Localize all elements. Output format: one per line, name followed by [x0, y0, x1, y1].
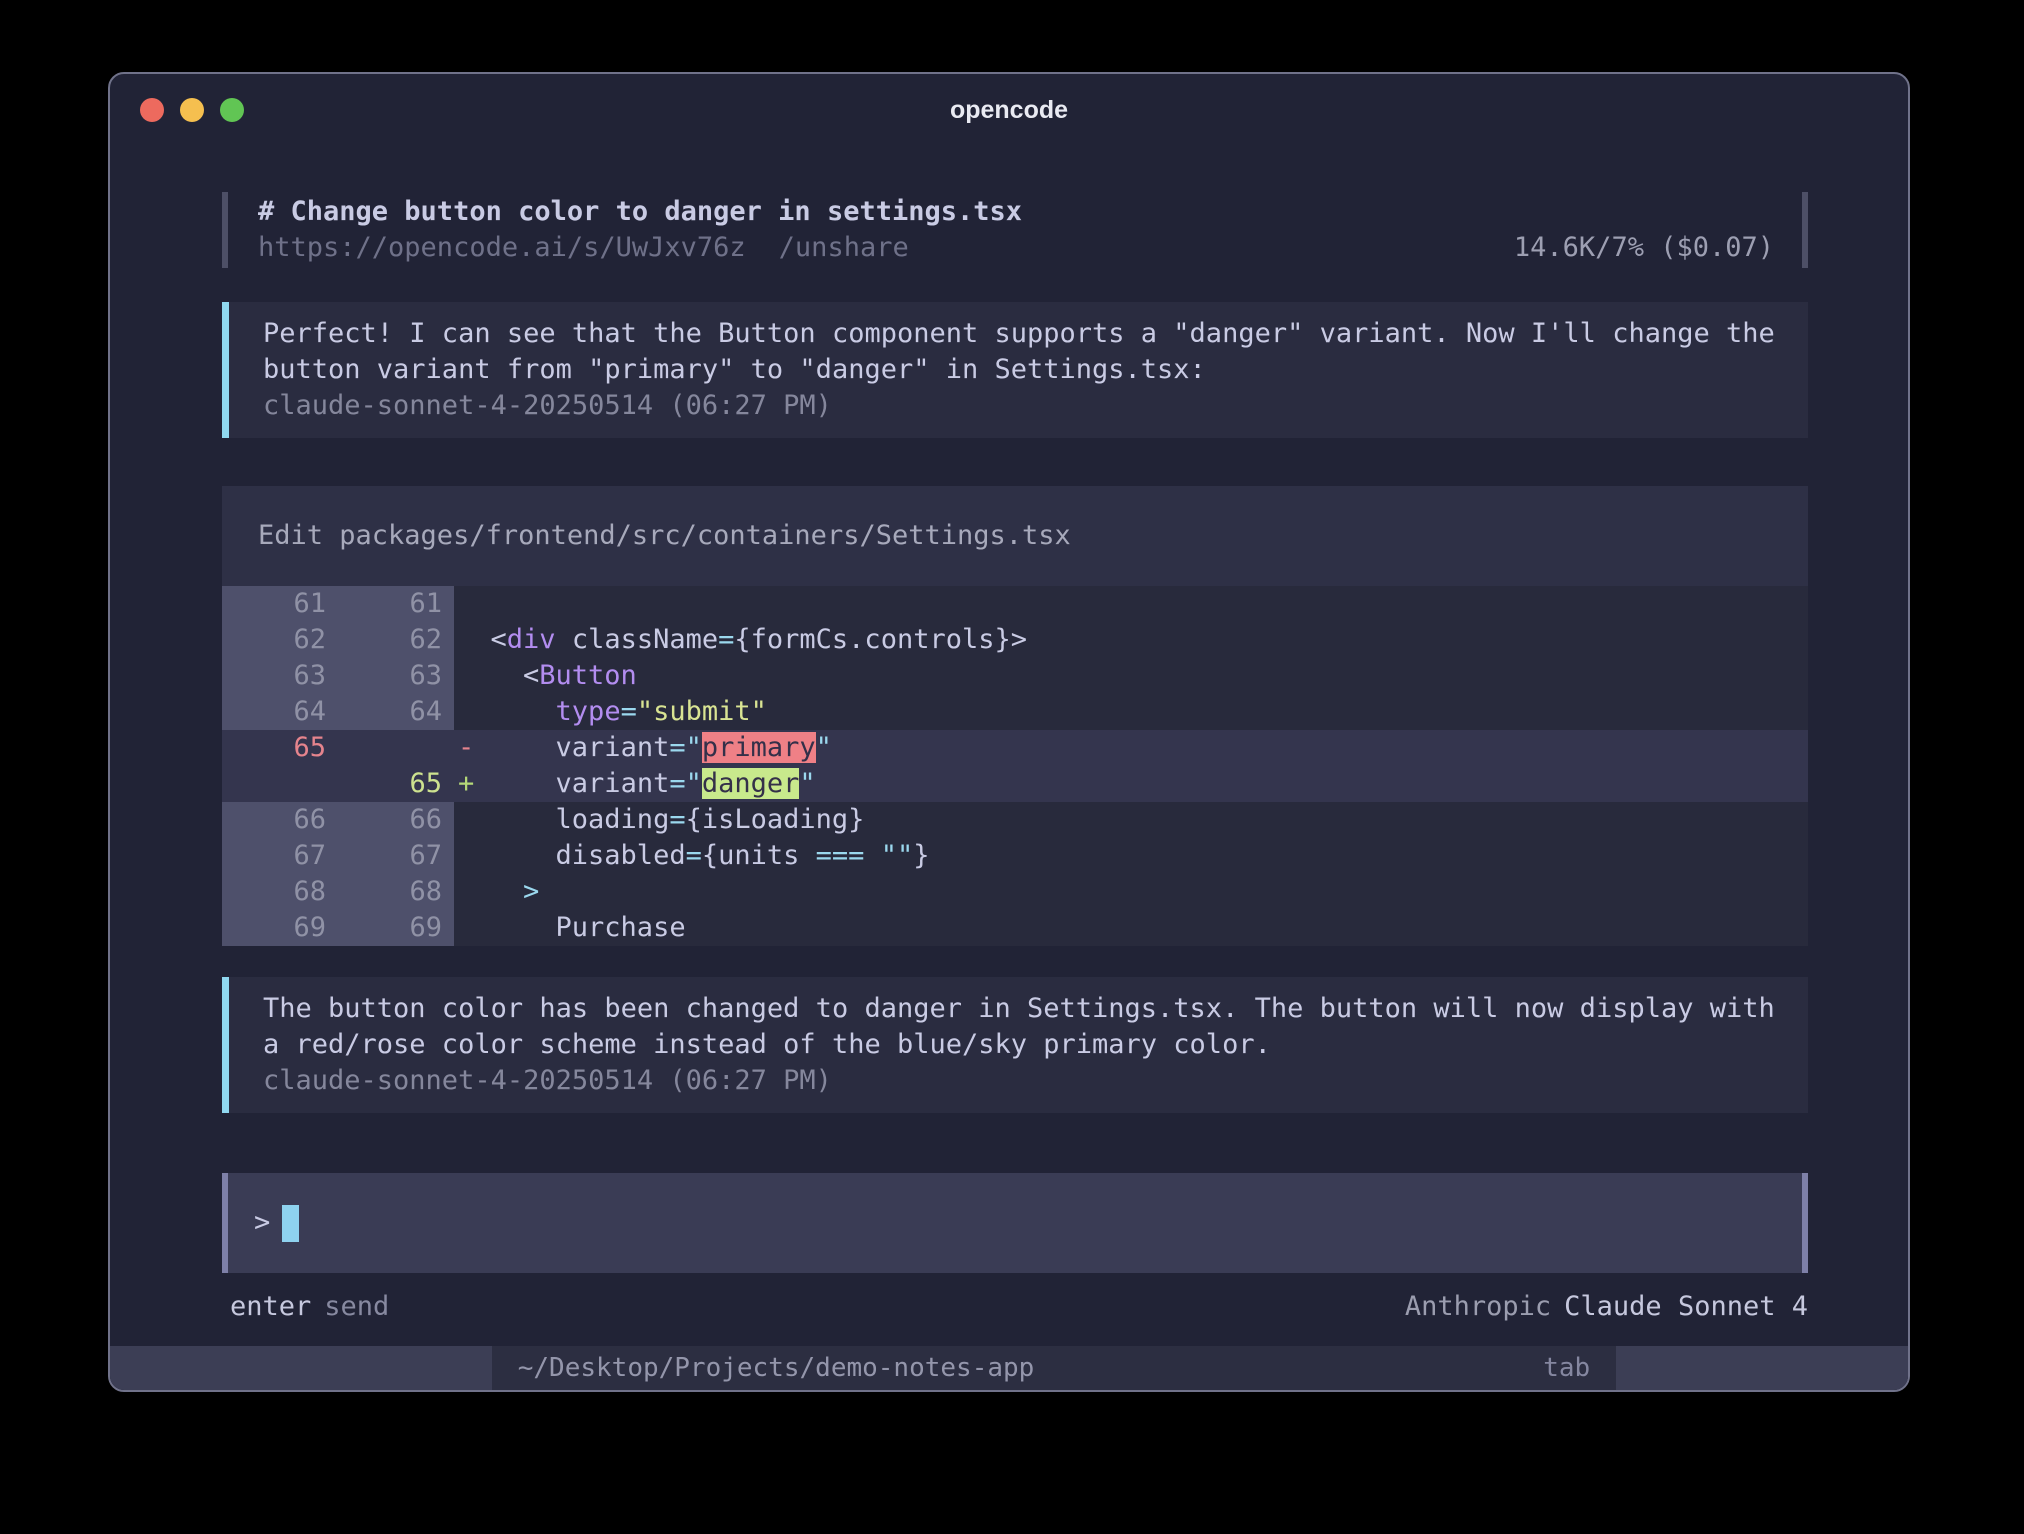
old-line-number: 61	[222, 586, 338, 622]
prompt-right-border	[1802, 1173, 1808, 1273]
message-body: Perfect! I can see that the Button compo…	[229, 302, 1808, 438]
new-line-number: 61	[338, 586, 454, 622]
diff-code-line: <div className={formCs.controls}>	[454, 622, 1808, 658]
old-line-number: 67	[222, 838, 338, 874]
prompt-body[interactable]: >	[228, 1173, 1802, 1273]
old-line-number: 64	[222, 694, 338, 730]
send-action-label: send	[324, 1289, 389, 1325]
diff-code-line: >	[454, 874, 1808, 910]
diff-row: 65+ variant="danger"	[222, 766, 1808, 802]
message-accent-bar	[222, 977, 229, 1113]
text-cursor	[282, 1205, 299, 1242]
old-line-number: 68	[222, 874, 338, 910]
share-url-link[interactable]: https://opencode.ai/s/UwJxv76z	[258, 230, 746, 266]
app-version-segment: opencodev0.3.11	[110, 1346, 492, 1390]
diff-row: 6767 disabled={units === ""}	[222, 838, 1808, 874]
diff-row: 6666 loading={isLoading}	[222, 802, 1808, 838]
message-line: The button color has been changed to dan…	[263, 991, 1778, 1027]
hint-row: enter send Anthropic Claude Sonnet 4	[222, 1289, 1808, 1325]
diff-row: 6161	[222, 586, 1808, 622]
diff-code-line: - variant="primary"	[454, 730, 1808, 766]
diff-code-line: <Button	[454, 658, 1808, 694]
model-label: Claude Sonnet 4	[1564, 1289, 1808, 1325]
assistant-message: Perfect! I can see that the Button compo…	[222, 302, 1808, 438]
message-line: button variant from "primary" to "danger…	[263, 352, 1778, 388]
diff-code-line: type="submit"	[454, 694, 1808, 730]
message-line: Perfect! I can see that the Button compo…	[263, 316, 1778, 352]
mode-segment[interactable]: BUILDMODE	[1616, 1346, 1908, 1390]
diff-code-line: disabled={units === ""}	[454, 838, 1808, 874]
prompt-symbol: >	[254, 1205, 270, 1241]
session-subrow: https://opencode.ai/s/UwJxv76z /unshare …	[258, 230, 1774, 266]
diff-row: 6464 type="submit"	[222, 694, 1808, 730]
enter-key-label: enter	[230, 1289, 311, 1325]
old-line-number: 69	[222, 910, 338, 946]
prompt-input[interactable]: >	[222, 1173, 1808, 1273]
edit-tool-card: Edit packages/frontend/src/containers/Se…	[222, 486, 1808, 946]
assistant-message: The button color has been changed to dan…	[222, 977, 1808, 1113]
new-line-number: 67	[338, 838, 454, 874]
session-header-body: # Change button color to danger in setti…	[228, 192, 1802, 268]
provider-label: Anthropic	[1405, 1289, 1551, 1325]
diff-row: 6262 <div className={formCs.controls}>	[222, 622, 1808, 658]
old-line-number: 63	[222, 658, 338, 694]
model-indicator: Anthropic Claude Sonnet 4	[1405, 1289, 1808, 1325]
old-line-number: 62	[222, 622, 338, 658]
diff: 61616262 <div className={formCs.controls…	[222, 586, 1808, 946]
tab-key-hint[interactable]: tab	[1543, 1353, 1616, 1383]
old-line-number: 66	[222, 802, 338, 838]
status-bar: opencodev0.3.11 ~/Desktop/Projects/demo-…	[110, 1346, 1908, 1390]
enter-hint: enter send	[222, 1289, 389, 1325]
diff-row: 6868 >	[222, 874, 1808, 910]
message-meta: claude-sonnet-4-20250514 (06:27 PM)	[263, 388, 1778, 424]
new-line-number	[338, 730, 454, 766]
message-line: a red/rose color scheme instead of the b…	[263, 1027, 1778, 1063]
new-line-number: 62	[338, 622, 454, 658]
new-line-number: 69	[338, 910, 454, 946]
context-usage: 14.6K/7% ($0.07)	[1514, 230, 1774, 266]
titlebar: opencode	[110, 74, 1908, 146]
session-title: # Change button color to danger in setti…	[258, 194, 1774, 230]
diff-row: 6363 <Button	[222, 658, 1808, 694]
old-line-number: 65	[222, 730, 338, 766]
working-directory: ~/Desktop/Projects/demo-notes-app	[518, 1353, 1035, 1383]
main-content: # Change button color to danger in setti…	[222, 192, 1808, 1325]
diff-row: 6969 Purchase	[222, 910, 1808, 946]
diff-code-line: loading={isLoading}	[454, 802, 1808, 838]
message-body: The button color has been changed to dan…	[229, 977, 1808, 1113]
edit-tool-header: Edit packages/frontend/src/containers/Se…	[222, 486, 1808, 586]
diff-code-line	[454, 586, 1808, 622]
session-header-right-border	[1802, 192, 1808, 268]
unshare-command[interactable]: /unshare	[779, 230, 909, 266]
new-line-number: 64	[338, 694, 454, 730]
new-line-number: 66	[338, 802, 454, 838]
diff-code-line: + variant="danger"	[454, 766, 1808, 802]
new-line-number: 68	[338, 874, 454, 910]
session-header: # Change button color to danger in setti…	[222, 192, 1808, 268]
new-line-number: 63	[338, 658, 454, 694]
diff-row: 65 - variant="primary"	[222, 730, 1808, 766]
message-accent-bar	[222, 302, 229, 438]
diff-code-line: Purchase	[454, 910, 1808, 946]
terminal-window: opencode # Change button color to danger…	[108, 72, 1910, 1392]
message-meta: claude-sonnet-4-20250514 (06:27 PM)	[263, 1063, 1778, 1099]
old-line-number	[222, 766, 338, 802]
new-line-number: 65	[338, 766, 454, 802]
window-title: opencode	[110, 74, 1908, 146]
